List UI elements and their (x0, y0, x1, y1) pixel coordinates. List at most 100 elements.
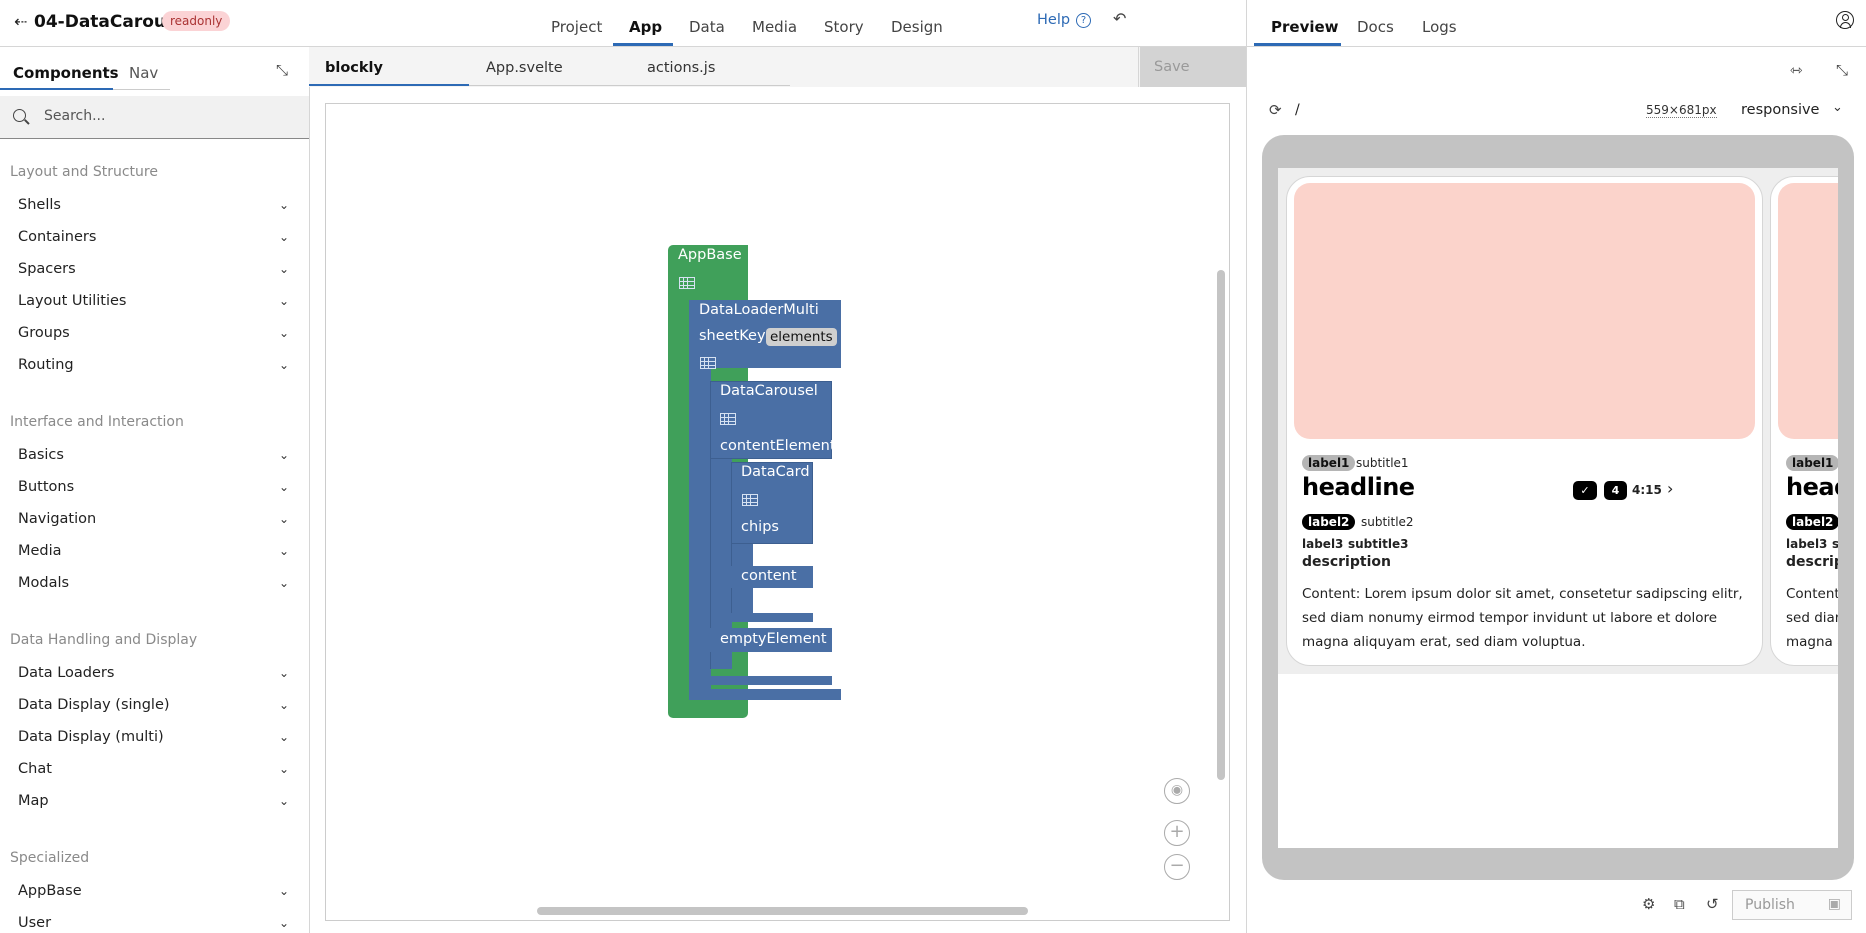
zoom-out-icon[interactable]: − (1164, 854, 1190, 880)
preview-tab-indicator (1254, 43, 1341, 46)
category-basics[interactable]: Basics ⌄ (18, 447, 293, 463)
sheetkey-field[interactable]: elements (766, 328, 837, 346)
tab-logs[interactable]: Logs (1422, 18, 1457, 36)
horizontal-scrollbar[interactable] (537, 907, 1028, 915)
undo-icon[interactable]: ↶ (1113, 9, 1126, 28)
category-routing[interactable]: Routing ⌄ (18, 357, 293, 373)
grid-icon (742, 494, 758, 506)
tab-blockly[interactable]: blockly (325, 60, 383, 76)
refresh-icon[interactable]: ⟳ (1269, 101, 1282, 119)
tab-actions-js[interactable]: actions.js (647, 60, 715, 76)
category-navigation[interactable]: Navigation ⌄ (18, 511, 293, 527)
grid-icon (720, 413, 736, 425)
category-data-loaders[interactable]: Data Loaders ⌄ (18, 665, 293, 681)
tab-design[interactable]: Design (891, 18, 943, 36)
open-external-icon[interactable]: ⧉ (1674, 895, 1685, 913)
content-text: magna aliquyam erat, sed diam voluptua. (1302, 634, 1586, 650)
category-buttons[interactable]: Buttons ⌄ (18, 479, 293, 495)
fit-width-icon[interactable]: ⇿ (1790, 61, 1803, 79)
search-box[interactable]: Search... (0, 96, 309, 139)
help-link[interactable]: Help (1037, 12, 1070, 28)
chevron-down-icon: ⌄ (278, 916, 289, 930)
content-text: sed diar (1786, 610, 1838, 626)
content-text: Content (1786, 586, 1838, 602)
chevron-down-icon[interactable]: ⌄ (1832, 100, 1843, 115)
blockly-workspace[interactable]: AppBase DataLoaderMulti sheetKey element… (325, 103, 1230, 921)
label1-chip: label1 (1786, 455, 1838, 471)
tab-docs[interactable]: Docs (1357, 18, 1394, 36)
section-title: Layout and Structure (10, 164, 158, 180)
section-title: Data Handling and Display (10, 632, 198, 648)
card-image (1778, 183, 1838, 439)
category-shells[interactable]: Shells ⌄ (18, 197, 293, 213)
category-user[interactable]: User ⌄ (18, 915, 293, 931)
category-chat[interactable]: Chat ⌄ (18, 761, 293, 777)
tab-app[interactable]: App (629, 18, 662, 36)
category-modals[interactable]: Modals ⌄ (18, 575, 293, 591)
content-text: sed diam nonumy eirmod tempor invidunt u… (1302, 610, 1718, 626)
chevron-right-icon[interactable]: › (1667, 479, 1673, 498)
chevron-down-icon: ⌄ (278, 544, 289, 558)
category-groups[interactable]: Groups ⌄ (18, 325, 293, 341)
tab-preview[interactable]: Preview (1271, 18, 1339, 36)
category-data-display-multi[interactable]: Data Display (multi) ⌄ (18, 729, 293, 745)
category-layout-utilities[interactable]: Layout Utilities ⌄ (18, 293, 293, 309)
tab-app-svelte[interactable]: App.svelte (486, 60, 563, 76)
count-badge: 4 (1604, 481, 1627, 500)
collapse-icon[interactable]: ⤡ (276, 61, 288, 79)
carousel-track[interactable]: label1 subtitle1 headline ✓ 4 4:15 › lab… (1278, 168, 1838, 674)
user-icon[interactable] (1836, 11, 1854, 29)
subtitle2: subtitle2 (1361, 515, 1414, 529)
carousel-card[interactable]: label1 head label2 label3 s descrip Cont… (1770, 176, 1838, 666)
components-panel: Components Nav ⤡ Search... Layout and St… (0, 47, 309, 933)
tab-data[interactable]: Data (689, 18, 725, 36)
category-data-display-single[interactable]: Data Display (single) ⌄ (18, 697, 293, 713)
search-input[interactable]: Search... (44, 108, 105, 124)
carousel-card[interactable]: label1 subtitle1 headline ✓ 4 4:15 › lab… (1286, 176, 1763, 666)
subtitle3: subtitle3 (1348, 537, 1409, 551)
reload-icon[interactable]: ↺ (1706, 895, 1719, 913)
category-spacers[interactable]: Spacers ⌄ (18, 261, 293, 277)
readonly-badge: readonly (162, 11, 231, 31)
tab-story[interactable]: Story (824, 18, 864, 36)
block-chips-label: chips (741, 519, 779, 535)
chevron-down-icon: ⌄ (278, 294, 289, 308)
publish-button[interactable]: Publish ▣ (1732, 890, 1852, 920)
chevron-down-icon: ⌄ (278, 730, 289, 744)
check-icon[interactable]: ✓ (1573, 481, 1597, 500)
active-tab-indicator (0, 88, 113, 90)
zoom-in-icon[interactable]: + (1164, 820, 1190, 846)
save-button[interactable]: Save (1140, 47, 1246, 87)
category-map[interactable]: Map ⌄ (18, 793, 293, 809)
chevron-down-icon: ⌄ (278, 230, 289, 244)
vertical-scrollbar[interactable] (1217, 270, 1225, 780)
chevron-down-icon: ⌄ (278, 198, 289, 212)
content-text: magna a (1786, 634, 1838, 650)
recenter-icon[interactable]: ◉ (1164, 778, 1190, 804)
tab-components[interactable]: Components (13, 64, 119, 82)
block-datacard-label: DataCard (741, 464, 810, 480)
help-icon[interactable]: ? (1076, 13, 1091, 28)
block-dataloadermulti-body (689, 368, 711, 690)
chevron-down-icon: ⌄ (278, 794, 289, 808)
viewport-select[interactable]: responsive (1741, 102, 1819, 118)
tab-project[interactable]: Project (551, 18, 602, 36)
category-appbase[interactable]: AppBase ⌄ (18, 883, 293, 899)
chevron-down-icon: ⌄ (278, 762, 289, 776)
tab-media[interactable]: Media (752, 18, 797, 36)
tab-nav[interactable]: Nav (129, 64, 158, 82)
preview-path[interactable]: / (1295, 102, 1300, 118)
label3: label3 (1786, 537, 1828, 551)
category-media[interactable]: Media ⌄ (18, 543, 293, 559)
section-title: Specialized (10, 850, 90, 866)
back-icon[interactable]: ⇠ (14, 12, 27, 31)
gear-icon[interactable]: ⚙ (1642, 895, 1655, 913)
block-loader-label: DataLoaderMulti (699, 302, 819, 318)
category-containers[interactable]: Containers ⌄ (18, 229, 293, 245)
preview-size[interactable]: 559×681px (1646, 103, 1717, 118)
collapse-icon[interactable]: ⤡ (1836, 61, 1848, 79)
headline: headline (1302, 473, 1415, 501)
save-icon: ▣ (1827, 896, 1841, 912)
block-contentelement-label: contentElement (720, 438, 836, 454)
card-image (1294, 183, 1755, 439)
